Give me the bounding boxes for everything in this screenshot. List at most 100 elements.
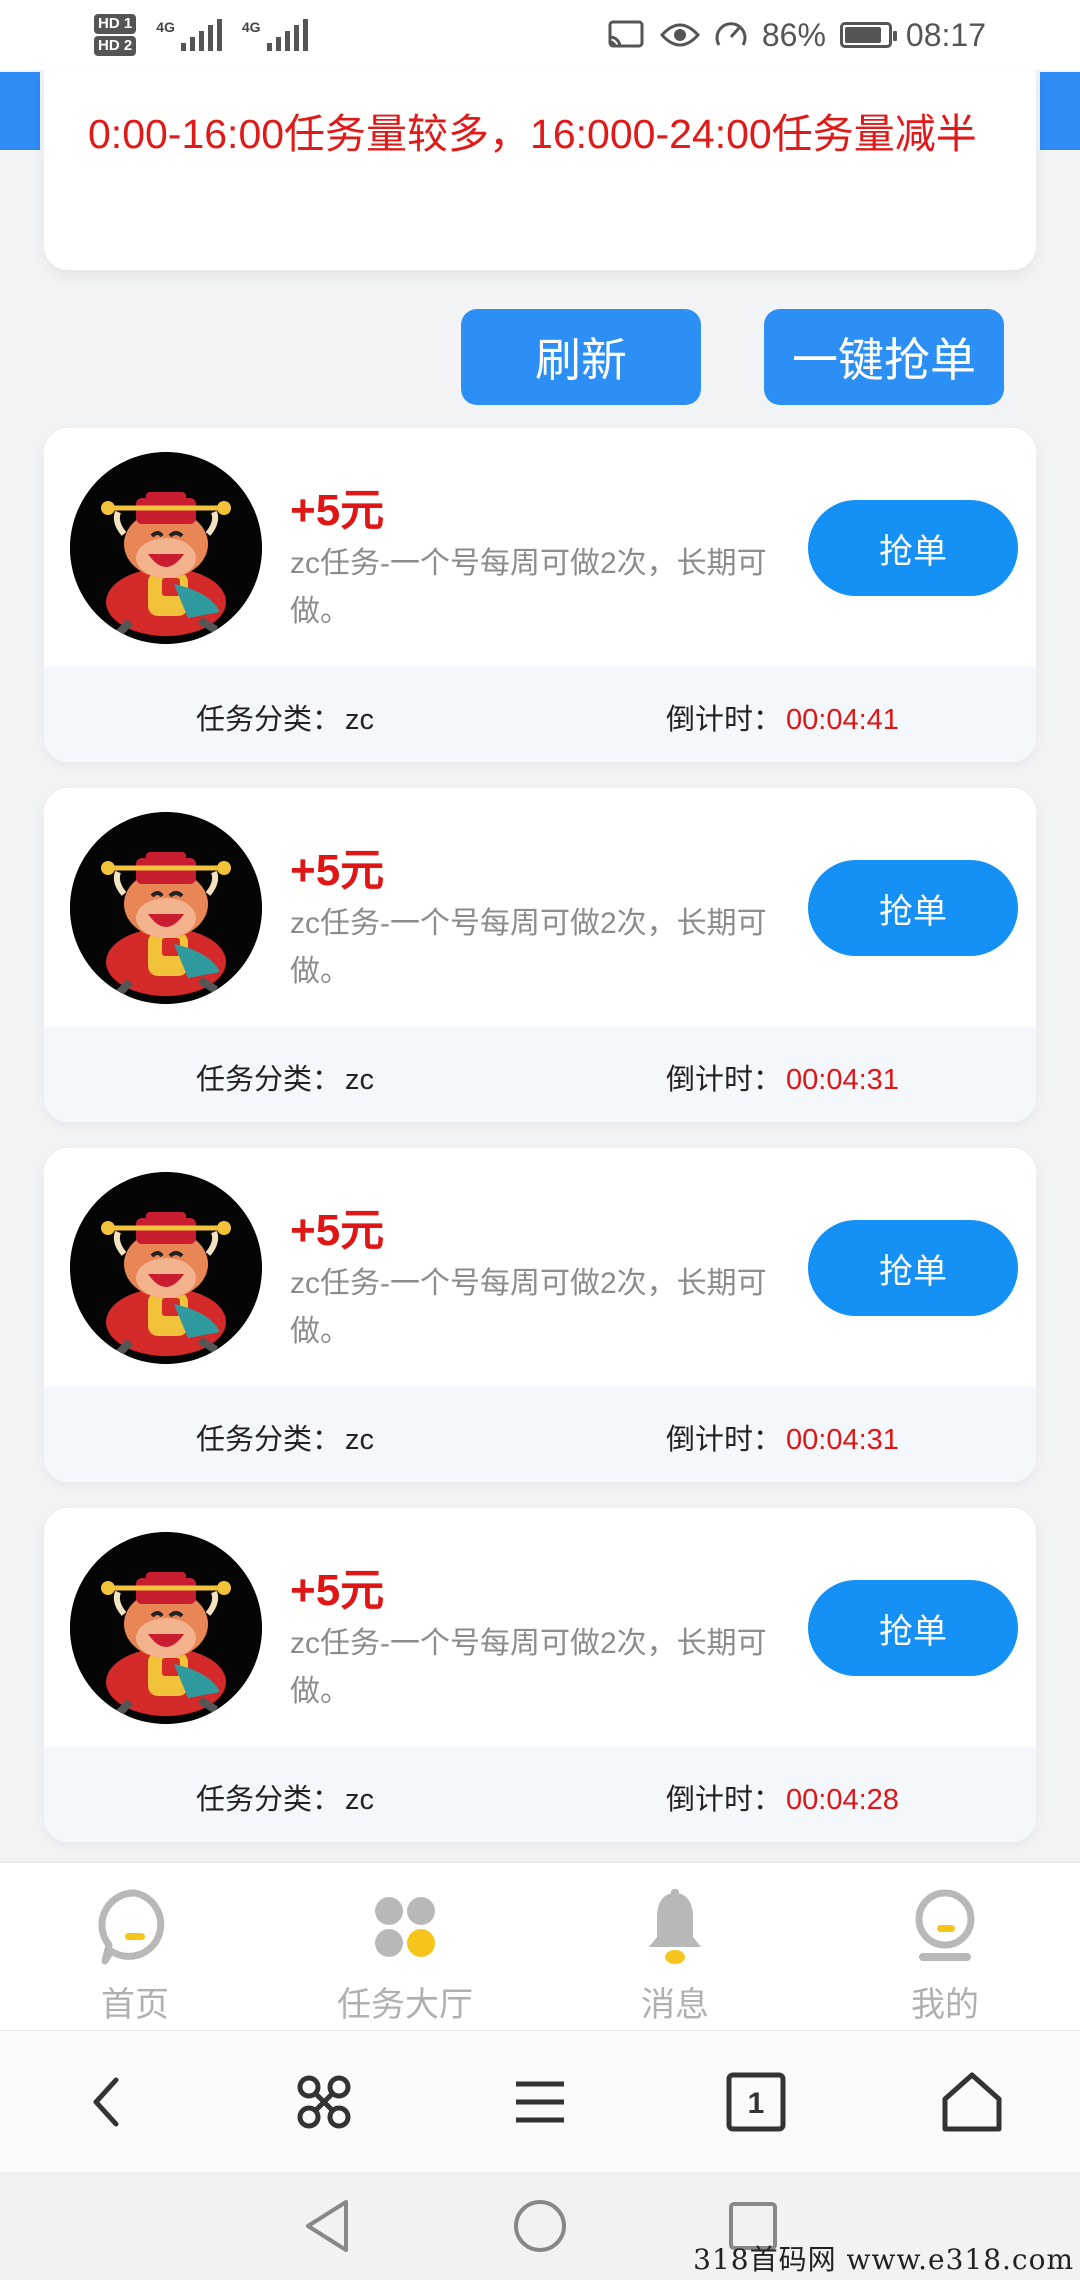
speed-icon (715, 22, 747, 46)
grab-order-button[interactable]: 抢单 (808, 1220, 1018, 1316)
task-avatar (70, 1532, 262, 1724)
task-countdown: 倒计时： 00:04:41 (666, 696, 899, 738)
task-countdown: 倒计时： 00:04:28 (666, 1776, 899, 1818)
task-avatar (70, 452, 262, 644)
task-description: zc任务-一个号每周可做2次，长期可做。 (290, 1627, 767, 1708)
task-reward: +5元 (290, 1206, 385, 1255)
task-description: zc任务-一个号每周可做2次，长期可做。 (290, 907, 767, 988)
countdown-label: 倒计时： (666, 1064, 783, 1096)
status-left: HD 1 HD 2 4G 4G (94, 14, 308, 56)
profile-icon (915, 1889, 975, 1961)
task-card: +5元 zc任务-一个号每周可做2次，长期可做。 抢单 任务分类： zc 倒计时：… (44, 1508, 1036, 1842)
countdown-label: 倒计时： (666, 1424, 783, 1456)
menu-icon (516, 2081, 564, 2122)
clock: 08:17 (905, 16, 986, 53)
task-reward: +5元 (290, 486, 385, 535)
status-right: 86% 08:17 (606, 17, 986, 54)
task-card: +5元 zc任务-一个号每周可做2次，长期可做。 抢单 任务分类： zc 倒计时：… (44, 1148, 1036, 1482)
browser-home-button[interactable] (864, 2069, 1080, 2135)
net2-label: 4G (241, 19, 261, 35)
net1-label: 4G (156, 19, 175, 35)
task-footer: 任务分类： zc 倒计时： 00:04:41 (44, 666, 1036, 762)
task-reward: +5元 (290, 846, 385, 895)
back-icon (93, 2077, 119, 2126)
header-accent-right (1040, 72, 1080, 150)
tab-count: 1 (748, 2087, 765, 2120)
category-label: 任务分类： (196, 1784, 342, 1816)
tab-mine-label: 我的 (911, 1986, 979, 2024)
browser-tabs-button[interactable]: 1 (648, 2070, 864, 2134)
task-reward: +5元 (290, 1566, 385, 1615)
tab-messages-label: 消息 (641, 1986, 709, 2024)
command-icon (297, 2075, 351, 2128)
tab-home[interactable]: 首页 (0, 1863, 270, 2030)
nav-home-icon[interactable] (512, 2198, 568, 2254)
ox-mascot-icon (70, 1532, 262, 1724)
category-value: zc (345, 1424, 375, 1456)
task-category: 任务分类： zc (196, 1416, 374, 1458)
task-category: 任务分类： zc (196, 1056, 374, 1098)
tab-home-label: 首页 (101, 1986, 169, 2024)
ox-mascot-icon (70, 452, 262, 644)
notice-card: 0:00-16:00任务量较多，16:000-24:00任务量减半 (44, 70, 1036, 270)
refresh-button[interactable]: 刷新 (461, 309, 701, 405)
watermark: 318首码网 www.e318.com (693, 2243, 1074, 2276)
tab-task-hall[interactable]: 任务大厅 (270, 1863, 540, 2030)
task-hall-dots-icon (375, 1897, 435, 1957)
task-description: zc任务-一个号每周可做2次，长期可做。 (290, 547, 767, 628)
task-footer: 任务分类： zc 倒计时： 00:04:31 (44, 1386, 1036, 1482)
header-accent-left (0, 72, 40, 150)
tab-mine[interactable]: 我的 (810, 1863, 1080, 2030)
countdown-value: 00:04:31 (786, 1064, 899, 1096)
home-icon (942, 2072, 1002, 2131)
hd2-badge: HD 2 (94, 36, 137, 56)
task-footer: 任务分类： zc 倒计时： 00:04:31 (44, 1026, 1036, 1122)
bell-icon (649, 1889, 701, 1964)
grab-order-button[interactable]: 抢单 (808, 860, 1018, 956)
grab-order-button[interactable]: 抢单 (808, 1580, 1018, 1676)
battery-icon (839, 22, 897, 48)
task-countdown: 倒计时： 00:04:31 (666, 1416, 899, 1458)
nav-back-icon[interactable] (302, 2198, 352, 2254)
task-countdown: 倒计时： 00:04:31 (666, 1056, 899, 1098)
task-category: 任务分类： zc (196, 696, 374, 738)
category-value: zc (345, 1784, 375, 1816)
grab-order-button[interactable]: 抢单 (808, 500, 1018, 596)
category-value: zc (345, 704, 375, 736)
tabs-icon: 1 (726, 2072, 786, 2131)
ox-mascot-icon (70, 812, 262, 1004)
task-avatar (70, 812, 262, 1004)
browser-menu-button[interactable] (432, 2072, 648, 2132)
hd1-badge: HD 1 (94, 14, 137, 34)
countdown-value: 00:04:28 (786, 1784, 899, 1816)
ox-mascot-icon (70, 1172, 262, 1364)
cast-icon (608, 20, 644, 48)
task-footer: 任务分类： zc 倒计时： 00:04:28 (44, 1746, 1036, 1842)
home-chat-icon (98, 1889, 165, 1965)
countdown-label: 倒计时： (666, 704, 783, 736)
task-card: +5元 zc任务-一个号每周可做2次，长期可做。 抢单 任务分类： zc 倒计时：… (44, 428, 1036, 762)
task-avatar (70, 1172, 262, 1364)
task-category: 任务分类： zc (196, 1776, 374, 1818)
category-label: 任务分类： (196, 1064, 342, 1096)
browser-command-button[interactable] (216, 2070, 432, 2134)
tab-task-hall-label: 任务大厅 (337, 1986, 473, 2024)
signal-1-icon: 4G (156, 19, 222, 51)
hd-indicators: HD 1 HD 2 (94, 14, 137, 56)
eye-icon (659, 23, 700, 47)
status-bar: HD 1 HD 2 4G 4G 86% 08:17 (0, 0, 1080, 70)
category-label: 任务分类： (196, 704, 342, 736)
category-value: zc (345, 1064, 375, 1096)
browser-back-button[interactable] (0, 2072, 216, 2132)
battery-percent: 86% (761, 16, 826, 53)
tab-messages[interactable]: 消息 (540, 1863, 810, 2030)
bottom-tabbar: 首页 任务大厅 消息 我的 (0, 1862, 1080, 2030)
task-description: zc任务-一个号每周可做2次，长期可做。 (290, 1267, 767, 1348)
category-label: 任务分类： (196, 1424, 342, 1456)
countdown-value: 00:04:31 (786, 1424, 899, 1456)
browser-toolbar: 1 (0, 2030, 1080, 2172)
signal-2-icon: 4G (242, 19, 308, 51)
grab-all-button[interactable]: 一键抢单 (764, 309, 1004, 405)
countdown-label: 倒计时： (666, 1784, 783, 1816)
countdown-value: 00:04:41 (786, 704, 899, 736)
